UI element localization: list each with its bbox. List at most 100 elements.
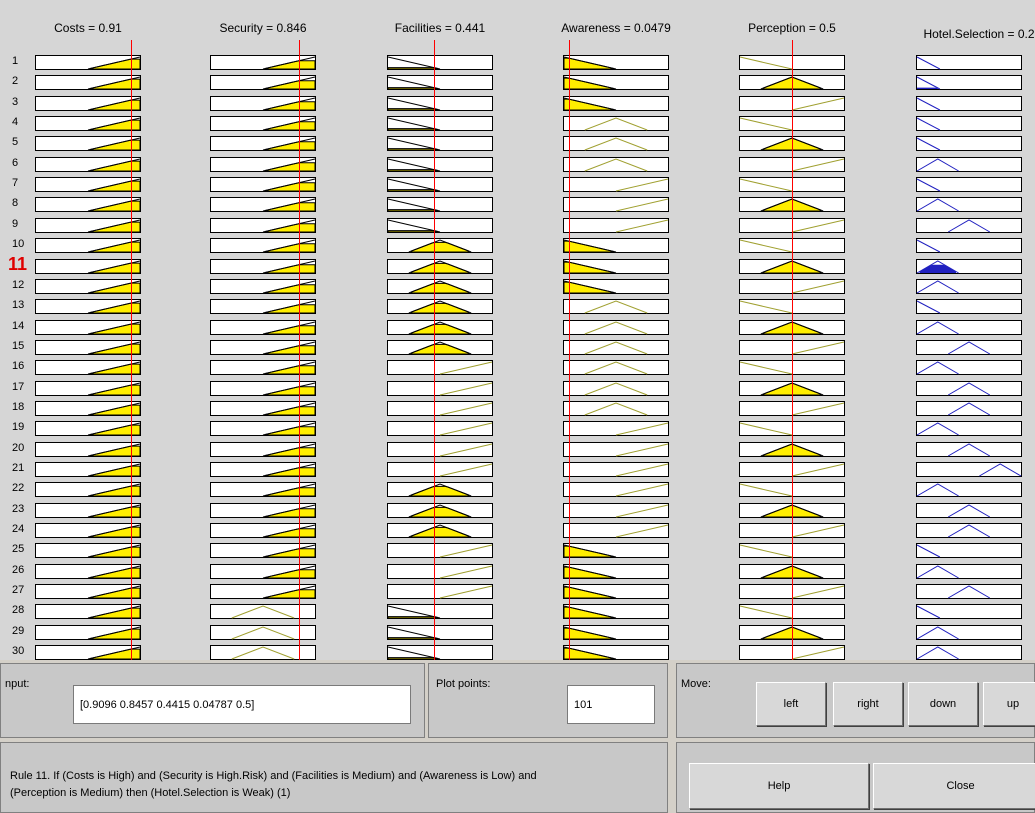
mf-fill (563, 98, 614, 111)
mf-plot (916, 238, 1022, 254)
mf-line (947, 382, 991, 396)
move-up-button[interactable]: up (983, 682, 1035, 726)
mf-plot (35, 502, 141, 518)
input-value-line[interactable] (433, 40, 435, 660)
mf-plot (35, 604, 141, 620)
mf-curve (408, 321, 472, 335)
help-button[interactable]: Help (689, 763, 869, 809)
mf-curve (916, 56, 941, 70)
mf-fill (265, 121, 316, 131)
mf-plot (563, 197, 669, 213)
mf-curve (615, 504, 669, 518)
mf-plot (916, 217, 1022, 233)
mf-line (439, 402, 493, 416)
mf-curve (563, 280, 617, 294)
mf-fill (90, 241, 141, 253)
mf-plot (210, 55, 316, 70)
mf-plot (35, 55, 141, 70)
input-value-line[interactable] (130, 40, 132, 660)
column-title-security: Security = 0.846 (219, 21, 307, 35)
mf-curve (408, 341, 472, 355)
mf-plot (35, 156, 141, 172)
move-left-button[interactable]: left (756, 682, 826, 726)
mf-fill (387, 107, 438, 111)
mf-curve (387, 178, 441, 192)
mf-fill (387, 189, 438, 192)
mf-line (791, 524, 845, 538)
mf-plot (387, 278, 493, 294)
rule-number: 19 (12, 421, 25, 434)
plot-points-label: Plot points: (436, 678, 491, 690)
mf-plot (35, 563, 141, 579)
input-field[interactable]: [0.9096 0.8457 0.4415 0.04787 0.5] (73, 685, 411, 724)
close-button[interactable]: Close (873, 763, 1035, 809)
mf-fill (265, 141, 316, 151)
mf-plot (35, 116, 141, 132)
mf-plot (210, 441, 316, 457)
mf-curve (563, 260, 617, 273)
mf-fill (90, 58, 141, 70)
mf-plot (35, 95, 141, 111)
plot-points-field[interactable]: 101 (567, 685, 655, 724)
mf-fill (563, 57, 614, 70)
mf-plot (563, 319, 669, 335)
move-down-button[interactable]: down (908, 682, 978, 726)
mf-line (439, 382, 493, 396)
mf-curve (87, 239, 141, 253)
mf-line (439, 585, 493, 599)
rule-number: 3 (12, 95, 19, 108)
mf-plot (387, 299, 493, 315)
mf-line (739, 483, 793, 497)
mf-curve (408, 483, 472, 497)
input-value-line[interactable] (792, 40, 793, 660)
rule-number: 27 (12, 584, 25, 597)
mf-fill (90, 384, 141, 396)
mf-curve (87, 76, 141, 90)
mf-plot (35, 75, 141, 91)
mf-plot (387, 563, 493, 579)
mf-plot (387, 75, 493, 91)
mf-curve (87, 524, 141, 538)
mf-line (791, 341, 845, 355)
mf-plot (916, 543, 1022, 559)
mf-curve (947, 402, 991, 416)
rule-viewer-plot-area[interactable]: Costs = 0.91 Security = 0.846 Facilities =… (0, 0, 1035, 661)
mf-line (947, 341, 991, 355)
mf-line (916, 158, 959, 172)
mf-plot (210, 645, 316, 661)
mf-plot (387, 502, 493, 518)
mf-curve (87, 544, 141, 558)
mf-curve (563, 239, 617, 253)
mf-curve (87, 158, 141, 172)
mf-curve (387, 97, 441, 111)
mf-plot (210, 604, 316, 620)
mf-line (916, 320, 959, 334)
mf-fill (265, 385, 316, 396)
mf-curve (387, 117, 441, 131)
mf-line (947, 585, 991, 599)
mf-line (739, 178, 793, 192)
rule-number: 25 (12, 543, 25, 556)
mf-fill (90, 262, 141, 273)
mf-fill (265, 161, 316, 172)
input-value-line[interactable] (568, 40, 570, 660)
mf-curve (916, 178, 941, 192)
mf-plot (916, 95, 1022, 111)
mf-plot (210, 197, 316, 213)
mf-curve (584, 158, 648, 172)
move-right-button[interactable]: right (833, 682, 903, 726)
mf-line (791, 219, 845, 233)
input-value-line[interactable] (298, 40, 300, 660)
mf-plot (387, 645, 493, 661)
mf-fill (265, 243, 316, 253)
mf-fill (90, 648, 141, 660)
mf-fill (265, 406, 316, 416)
mf-plot (916, 360, 1022, 376)
mf-curve (439, 443, 493, 457)
mf-plot (916, 197, 1022, 213)
mf-curve (87, 117, 141, 131)
mf-curve (87, 321, 141, 335)
mf-curve (563, 605, 617, 619)
output-fill (917, 87, 938, 90)
mf-line (947, 402, 991, 416)
